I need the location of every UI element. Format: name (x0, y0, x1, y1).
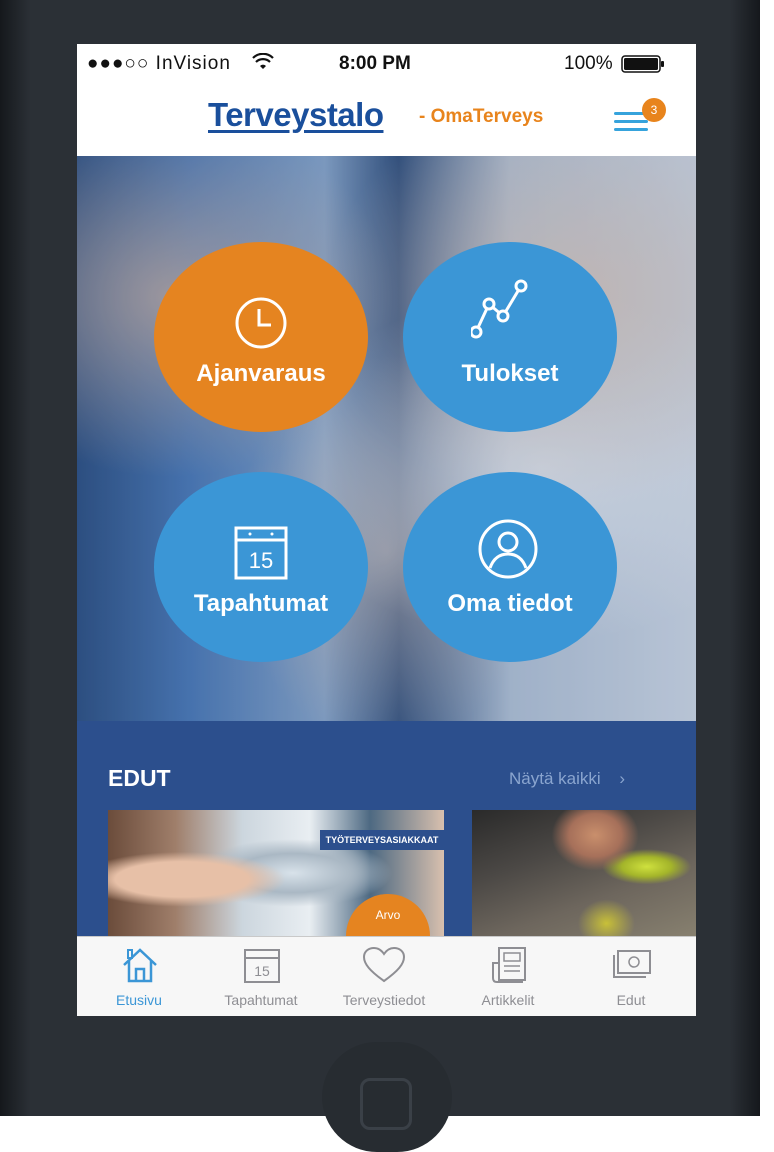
status-time: 8:00 PM (339, 53, 411, 74)
wifi-icon (252, 53, 274, 69)
benefit-card[interactable]: TYÖTERVEYSASIAKKAAT Arvo (108, 810, 444, 936)
tile-tulokset[interactable]: Tulokset (403, 242, 617, 432)
battery-percentage: 100% (564, 53, 613, 74)
card-banner: TYÖTERVEYSASIAKKAAT (320, 830, 444, 850)
tile-label: Ajanvaraus (196, 360, 326, 387)
battery-icon (621, 55, 664, 73)
tab-etusivu[interactable]: Etusivu (84, 937, 194, 1016)
tab-edut[interactable]: Edut (576, 937, 686, 1016)
calendar-icon: 15 (244, 949, 280, 983)
heart-icon (362, 946, 406, 983)
tile-label: Oma tiedot (447, 590, 573, 617)
chart-line-icon (471, 279, 528, 339)
tab-label: Tapahtumat (224, 992, 298, 1008)
see-all-link[interactable]: Näytä kaikki › (509, 769, 625, 789)
app-header: Terveystalo - OmaTerveys 3 (77, 84, 696, 157)
home-button-icon (360, 1078, 412, 1130)
calendar-day-text: 15 (254, 963, 270, 979)
status-bar: ●●●○○ InVision 8:00 PM 100% (77, 44, 696, 84)
tile-label: Tulokset (461, 360, 559, 387)
tile-tapahtumat[interactable]: 15 Tapahtumat (154, 472, 368, 662)
carrier-name: ●●●○○ InVision (87, 53, 231, 74)
see-all-label: Näytä kaikki (509, 769, 601, 788)
money-icon (613, 950, 651, 978)
tab-label: Edut (616, 992, 646, 1008)
card-value-badge: Arvo (346, 894, 430, 936)
tab-label: Terveystiedot (342, 992, 426, 1008)
tile-ajanvaraus[interactable]: Ajanvaraus (154, 242, 368, 432)
tab-label: Artikkelit (481, 992, 535, 1008)
benefit-card[interactable] (472, 810, 696, 936)
tab-bar: Etusivu 15 Tapahtumat Terveystiedot Arti… (77, 936, 696, 1016)
hero-overlay (77, 156, 696, 721)
tile-label: Tapahtumat (193, 590, 329, 617)
home-icon (123, 948, 157, 983)
tile-oma-tiedot[interactable]: Oma tiedot (403, 472, 617, 662)
tab-artikkelit[interactable]: Artikkelit (453, 937, 563, 1016)
notification-badge: 3 (642, 98, 666, 122)
benefits-section: EDUT Näytä kaikki › TYÖTERVEYSASIAKKAAT … (77, 721, 696, 936)
chevron-right-icon: › (619, 769, 626, 788)
app-screen: ●●●○○ InVision 8:00 PM 100% Terveystalo … (77, 44, 696, 1016)
tab-label: Etusivu (116, 992, 162, 1008)
article-icon (492, 947, 526, 983)
app-subtitle: - OmaTerveys (419, 106, 544, 127)
tab-tapahtumat[interactable]: 15 Tapahtumat (206, 937, 316, 1016)
calendar-day-text: 15 (249, 548, 273, 573)
brand-logo: Terveystalo (208, 96, 384, 133)
tab-terveystiedot[interactable]: Terveystiedot (329, 937, 439, 1016)
hero-background: Ajanvaraus Tulokset 15 Tapahtumat Oma ti… (77, 156, 696, 721)
user-icon (478, 519, 538, 579)
clock-icon (235, 297, 287, 349)
benefits-title: EDUT (108, 765, 171, 791)
calendar-icon: 15 (234, 526, 288, 580)
